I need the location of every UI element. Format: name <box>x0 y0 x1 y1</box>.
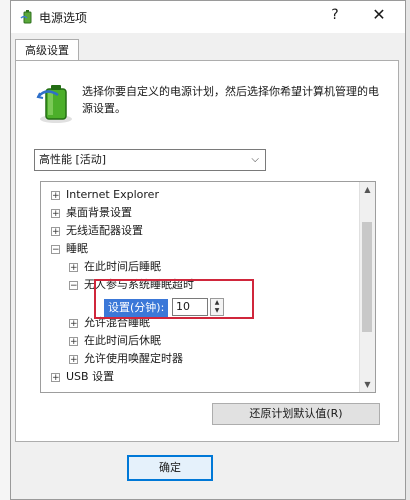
collapse-icon[interactable]: − <box>69 280 78 290</box>
power-plan-dropdown[interactable]: 高性能 [活动] ⌵ <box>34 149 266 171</box>
tree-scrollbar[interactable]: ▲ ▼ <box>359 182 375 392</box>
scroll-down-arrow-icon[interactable]: ▼ <box>360 377 375 392</box>
advanced-settings-panel: 选择你要自定义的电源计划，然后选择你希望计算机管理的电源设置。 高性能 [活动]… <box>15 60 399 442</box>
tree-item-sleep[interactable]: − 睡眠 <box>51 240 88 258</box>
scroll-up-arrow-icon[interactable]: ▲ <box>360 182 375 197</box>
chevron-down-icon: ⌵ <box>251 154 259 165</box>
ok-button[interactable]: 确定 <box>127 455 213 481</box>
expand-icon[interactable]: + <box>51 190 60 200</box>
collapse-icon[interactable]: − <box>51 244 60 254</box>
expand-icon[interactable]: + <box>51 226 60 236</box>
expand-icon[interactable]: + <box>69 336 78 346</box>
tree-item-wake-timers[interactable]: + 允许使用唤醒定时器 <box>69 350 183 368</box>
window-title: 电源选项 <box>39 11 88 25</box>
power-options-icon <box>20 10 32 24</box>
power-plan-value: 高性能 [活动] <box>39 153 107 166</box>
highlight-annotation-box <box>94 279 254 319</box>
expand-icon[interactable]: + <box>69 354 78 364</box>
background-window-fragment <box>0 0 10 500</box>
close-button[interactable]: ✕ <box>369 5 389 24</box>
power-options-dialog: 电源选项 ? ✕ 高级设置 选择你要自定义的电源计划，然后选择你希望计算机管理的… <box>10 0 406 500</box>
battery-icon <box>36 85 72 123</box>
tree-item-internet-explorer[interactable]: + Internet Explorer <box>51 186 159 204</box>
expand-icon[interactable]: + <box>69 262 78 272</box>
tree-item-usb-settings[interactable]: + USB 设置 <box>51 368 114 386</box>
description-text: 选择你要自定义的电源计划，然后选择你希望计算机管理的电源设置。 <box>82 85 379 115</box>
help-button[interactable]: ? <box>325 7 345 23</box>
tree-item-desktop-background[interactable]: + 桌面背景设置 <box>51 204 132 222</box>
title-bar: 电源选项 ? ✕ <box>11 1 405 33</box>
tab-advanced-settings[interactable]: 高级设置 <box>15 39 79 61</box>
tree-item-hibernate-after[interactable]: + 在此时间后休眠 <box>69 332 161 350</box>
tree-item-wireless-adapter[interactable]: + 无线适配器设置 <box>51 222 143 240</box>
scroll-thumb[interactable] <box>362 222 372 332</box>
tree-item-sleep-after[interactable]: + 在此时间后睡眠 <box>69 258 161 276</box>
expand-icon[interactable]: + <box>69 318 78 328</box>
restore-defaults-button[interactable]: 还原计划默认值(R) <box>212 403 380 425</box>
expand-icon[interactable]: + <box>51 372 60 382</box>
expand-icon[interactable]: + <box>51 208 60 218</box>
